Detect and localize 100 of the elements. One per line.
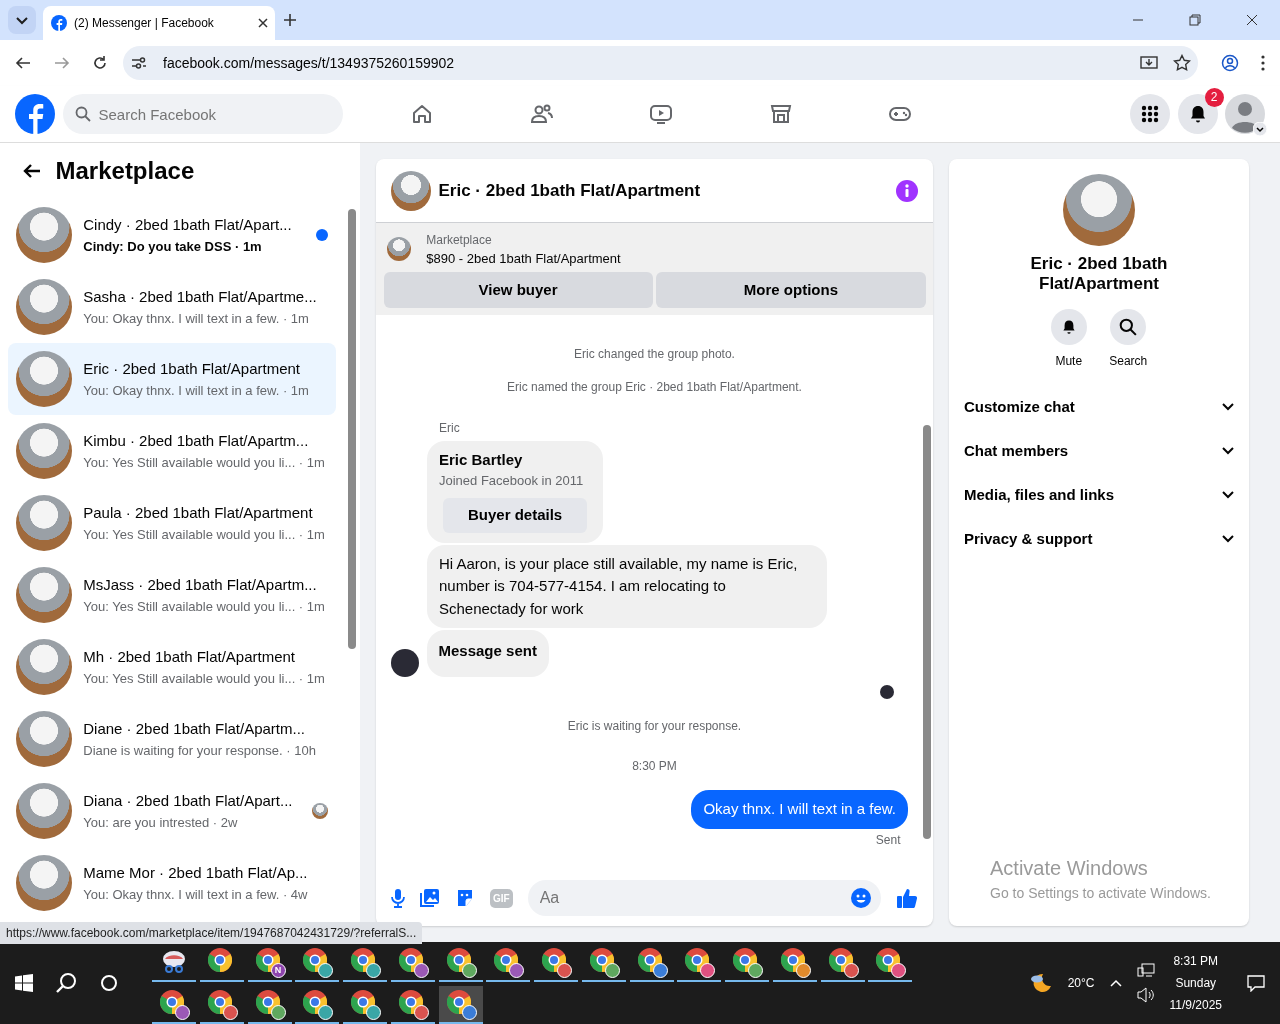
conversation-preview: You: Yes Still available would you li... · 1m bbox=[83, 453, 326, 472]
photo-placeholder bbox=[16, 207, 72, 263]
photo-placeholder bbox=[16, 855, 72, 911]
back-arrow-icon[interactable] bbox=[22, 163, 41, 179]
conversation-title: Diane · 2bed 1bath Flat/Apartm... bbox=[83, 719, 307, 739]
sender-name: Eric bbox=[439, 419, 460, 437]
conversation-preview: You: are you intrested · 2w bbox=[83, 813, 239, 832]
caret-icon[interactable] bbox=[1253, 122, 1267, 136]
install-app-icon[interactable] bbox=[1139, 54, 1158, 72]
conversation-title: Mame Mor · 2bed 1bath Flat/Ap... bbox=[83, 863, 309, 883]
browser-icon bbox=[589, 948, 614, 973]
conversation-item[interactable]: MsJass · 2bed 1bath Flat/Apartm... You: Yes Still available would you li... · 1m bbox=[8, 559, 336, 631]
store-icon[interactable] bbox=[768, 102, 793, 126]
more-icon[interactable] bbox=[1261, 55, 1265, 71]
conversation-preview: You: Okay thnx. I will text in a few. · 1m bbox=[83, 309, 310, 328]
search-button[interactable] bbox=[1110, 308, 1147, 345]
microphone-icon[interactable] bbox=[391, 888, 405, 908]
conversation-item[interactable]: Kimbu · 2bed 1bath Flat/Apartm... You: Yes Still available would you li... · 1m bbox=[8, 415, 336, 487]
conversation-item[interactable]: Sasha · 2bed 1bath Flat/Apartme... You: Okay thnx. I will text in a few. · 1m bbox=[8, 271, 336, 343]
browser-icon bbox=[255, 948, 280, 973]
start-icon[interactable] bbox=[15, 974, 33, 992]
video-icon[interactable] bbox=[649, 102, 674, 126]
info-icon[interactable] bbox=[896, 179, 918, 202]
site-settings-icon[interactable] bbox=[130, 54, 148, 72]
task-view-icon[interactable] bbox=[100, 974, 118, 992]
bell-icon bbox=[1060, 318, 1077, 335]
more-options-button[interactable]: More options bbox=[656, 271, 926, 308]
browser-icon bbox=[303, 989, 328, 1014]
mute-button[interactable] bbox=[1050, 308, 1087, 345]
conversation-item[interactable]: Mame Mor · 2bed 1bath Flat/Ap... You: Okay thnx. I will text in a few. · 4w bbox=[8, 847, 336, 919]
message-field[interactable]: Aa bbox=[527, 880, 881, 916]
image-icon[interactable] bbox=[420, 888, 440, 908]
emoji-icon[interactable] bbox=[851, 888, 871, 908]
conversation-preview: You: Yes Still available would you li... · 1m bbox=[83, 597, 326, 616]
message-bubble: Message sent bbox=[426, 630, 549, 677]
conversation-preview: You: Yes Still available would you li... · 1m bbox=[83, 669, 326, 688]
action-label: Search bbox=[1109, 353, 1148, 370]
scrollbar[interactable] bbox=[923, 425, 931, 840]
browser-icon bbox=[828, 948, 853, 973]
browser-icon bbox=[446, 948, 471, 973]
conversation-preview: You: Okay thnx. I will text in a few. · 1m bbox=[83, 381, 310, 400]
message-bubble: Okay thnx. I will text in a few. bbox=[691, 790, 908, 829]
clock-date[interactable]: 11/9/2025 bbox=[1169, 996, 1222, 1014]
search-icon[interactable] bbox=[55, 972, 78, 994]
close-icon[interactable] bbox=[1245, 14, 1258, 26]
view-buyer-button[interactable]: View buyer bbox=[383, 271, 653, 308]
sticker-icon[interactable] bbox=[455, 888, 475, 908]
conversation-preview: Cindy: Do you take DSS · 1m bbox=[83, 237, 263, 256]
thumbs-up-icon[interactable] bbox=[896, 887, 918, 909]
close-icon[interactable] bbox=[257, 18, 268, 28]
section-header[interactable]: Privacy & support bbox=[964, 517, 1234, 561]
notifications-icon[interactable] bbox=[1247, 974, 1265, 992]
clock-time[interactable]: 8:31 PM bbox=[1173, 952, 1219, 970]
profile-icon[interactable] bbox=[1220, 54, 1239, 72]
conversation-item[interactable]: Paula · 2bed 1bath Flat/Apartment You: Yes Still available would you li... · 1m bbox=[8, 487, 336, 559]
back-icon[interactable] bbox=[15, 55, 31, 71]
section-header[interactable]: Media, files and links bbox=[964, 473, 1234, 517]
conversation-item[interactable]: Diana · 2bed 1bath Flat/Apart... You: are you intrested · 2w bbox=[8, 775, 336, 847]
sender-avatar bbox=[391, 648, 419, 677]
chevron-up-icon[interactable] bbox=[1109, 979, 1122, 987]
reload-icon[interactable] bbox=[92, 55, 108, 71]
new-tab-icon[interactable] bbox=[282, 13, 297, 27]
menu-button[interactable] bbox=[1130, 94, 1170, 134]
avatar-icon[interactable] bbox=[1225, 94, 1265, 134]
conversation-preview: You: Okay thnx. I will text in a few. · 4w bbox=[83, 885, 309, 904]
read-receipt-avatar bbox=[880, 684, 894, 699]
section-header[interactable]: Chat members bbox=[964, 429, 1234, 473]
buyer-details-button[interactable]: Buyer details bbox=[443, 498, 588, 533]
browser-icon bbox=[780, 948, 805, 973]
restore-icon[interactable] bbox=[1188, 14, 1201, 26]
dropdown-icon[interactable] bbox=[7, 6, 36, 34]
conversation-item[interactable]: Mh · 2bed 1bath Flat/Apartment You: Yes Still available would you li... · 1m bbox=[8, 631, 336, 703]
group-photo[interactable] bbox=[391, 170, 431, 211]
clock-day[interactable]: Sunday bbox=[1175, 974, 1217, 992]
scrollbar[interactable] bbox=[348, 209, 356, 649]
conversation-item[interactable]: Cindy · 2bed 1bath Flat/Apart... Cindy: Do you take DSS · 1m bbox=[8, 199, 336, 271]
notifications-button[interactable] bbox=[1177, 94, 1218, 134]
system-message: Eric named the group Eric · 2bed 1bath Flat/Apartment. bbox=[507, 379, 802, 397]
forward-icon[interactable] bbox=[53, 55, 70, 71]
section-header[interactable]: Customize chat bbox=[964, 385, 1234, 429]
timestamp: 8:30 PM bbox=[632, 758, 677, 775]
taskbar-app[interactable] bbox=[438, 985, 483, 1024]
search-field[interactable]: Search Facebook bbox=[62, 94, 343, 134]
conversation-item[interactable]: Eric · 2bed 1bath Flat/Apartment You: Okay thnx. I will text in a few. · 1m bbox=[8, 343, 336, 415]
browser-icon bbox=[351, 989, 375, 1014]
star-icon[interactable] bbox=[1172, 54, 1191, 72]
profile-name: Eric Bartley bbox=[439, 449, 524, 470]
browser-tab[interactable]: (2) Messenger | Facebook bbox=[43, 6, 275, 40]
speaker-icon[interactable] bbox=[1136, 986, 1155, 1003]
chevron-icon bbox=[1222, 447, 1234, 455]
facebook-logo-icon[interactable] bbox=[15, 94, 55, 134]
people-icon[interactable] bbox=[529, 102, 554, 126]
photo-placeholder bbox=[16, 567, 72, 623]
conversation-title: MsJass · 2bed 1bath Flat/Apartm... bbox=[83, 575, 318, 595]
conversation-item[interactable]: Diane · 2bed 1bath Flat/Apartm... Diane is waiting for your response. · 10h bbox=[8, 703, 336, 775]
browser-icon bbox=[398, 948, 423, 973]
activation-title: Activate Windows bbox=[990, 856, 1149, 881]
network-icon[interactable] bbox=[1136, 963, 1155, 980]
tab-title: (2) Messenger | Facebook bbox=[74, 15, 215, 32]
conversation-title: Cindy · 2bed 1bath Flat/Apart... bbox=[83, 215, 293, 235]
